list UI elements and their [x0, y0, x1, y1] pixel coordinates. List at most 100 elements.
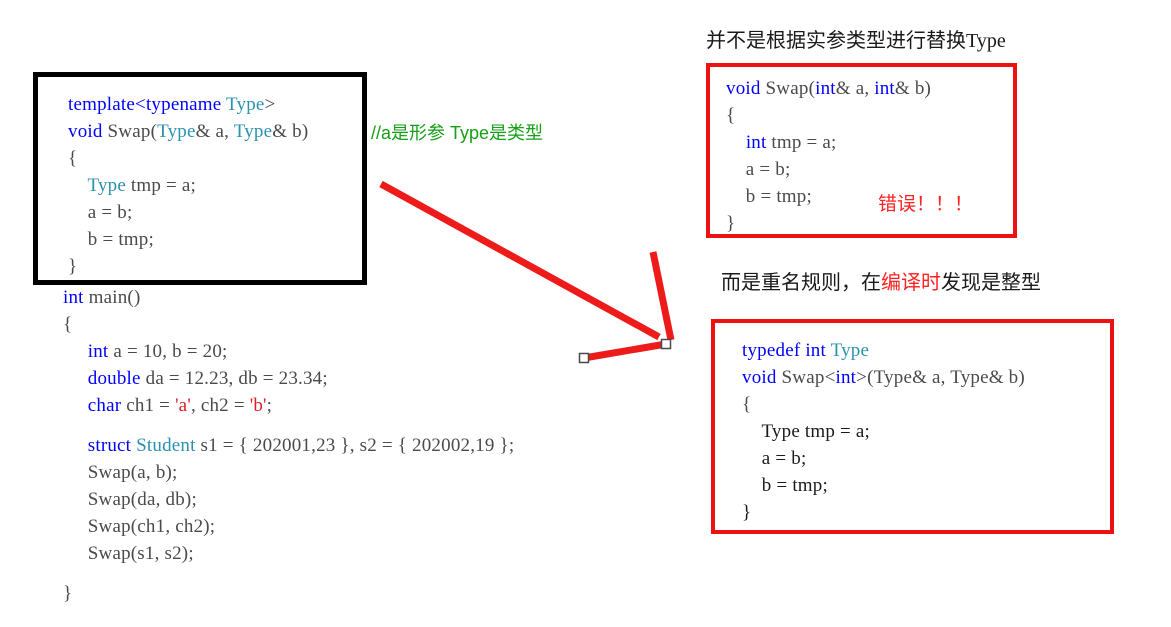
code-token: { — [63, 314, 73, 335]
template-parameter-comment: //a是形参 Type是类型 — [371, 123, 544, 143]
annotation-run: 编译时 — [881, 272, 941, 294]
code-token: int — [87, 341, 109, 362]
code-token: int — [805, 340, 826, 361]
code-line: a = b; — [742, 445, 1025, 472]
code-token: int — [874, 78, 895, 99]
code-line: a = b; — [726, 156, 931, 183]
incorrect-instantiation-box: void Swap(int& a, int& b){ int tmp = a; … — [706, 63, 1017, 238]
red-arrow-head — [649, 251, 675, 341]
code-token: > — [264, 94, 276, 115]
code-token: Swap( — [760, 78, 816, 99]
template-function-code: template<typename Type> void Swap(Type& a… — [68, 91, 308, 280]
code-token: } — [726, 213, 736, 234]
code-token: >(Type& a, Type& b) — [856, 367, 1025, 388]
code-line: void Swap<int>(Type& a, Type& b) — [742, 364, 1025, 391]
code-line: Type tmp = a; — [68, 172, 308, 199]
code-token: typename — [145, 94, 222, 115]
code-token: int — [835, 367, 857, 388]
code-token: b = tmp; — [726, 186, 812, 207]
code-token: { — [726, 105, 736, 126]
code-token: Type — [87, 175, 126, 196]
code-token: } — [68, 256, 78, 277]
code-line: { — [742, 391, 1025, 418]
code-token: da = 12.23, db = 23.34; — [140, 368, 328, 389]
code-token: b = tmp; — [68, 229, 154, 250]
code-token: Swap(a, b); — [63, 462, 178, 483]
code-token: tmp = a; — [125, 175, 197, 196]
code-token: & a, — [835, 78, 875, 99]
annotation-run: 而是重名规则，在 — [721, 272, 881, 294]
code-token: a = b; — [68, 202, 133, 223]
typedef-instantiation-box: typedef int Type void Swap<int>(Type& a, … — [711, 319, 1114, 534]
code-line: template<typename Type> — [68, 91, 308, 118]
code-token: typedef — [742, 340, 801, 361]
code-token: & b) — [272, 121, 309, 142]
code-line: b = tmp; — [68, 226, 308, 253]
code-token: 'a' — [175, 395, 191, 416]
typedef-instantiation-code: typedef int Type void Swap<int>(Type& a, … — [742, 337, 1025, 526]
code-token: b = tmp; — [742, 475, 828, 496]
annotation-run: 发现是整型 — [941, 272, 1041, 294]
code-line: int a = 10, b = 20; — [63, 338, 514, 365]
code-token: & a, — [195, 121, 234, 142]
selection-handle-start[interactable] — [578, 352, 590, 364]
code-line: Swap(a, b); — [63, 459, 514, 486]
code-line: typedef int Type — [742, 337, 1025, 364]
code-token: char — [87, 395, 122, 416]
code-token: a = 10, b = 20; — [108, 341, 228, 362]
code-token: a = b; — [742, 448, 807, 469]
code-token: { — [68, 148, 78, 169]
annotation-name-rule-note: 而是重名规则，在编译时发现是整型 — [721, 266, 1041, 295]
code-token: Type — [830, 340, 870, 361]
selection-handle-end[interactable] — [660, 338, 672, 350]
code-line: { — [68, 145, 308, 172]
code-line: Swap(da, db); — [63, 486, 514, 513]
code-token: Swap(s1, s2); — [63, 543, 194, 564]
code-line: } — [63, 580, 514, 607]
code-token: ch1 = — [121, 395, 176, 416]
code-token: tmp = a; — [766, 132, 837, 153]
red-arrow-selected-segment[interactable] — [583, 340, 667, 362]
code-line: void Swap(int& a, int& b) — [726, 75, 931, 102]
code-token: void — [726, 78, 761, 99]
code-line: int main() — [63, 284, 514, 311]
code-token: < — [135, 94, 146, 115]
code-token: } — [742, 502, 752, 523]
code-token: ; — [266, 395, 273, 416]
code-token: template — [68, 94, 136, 115]
code-line: double da = 12.23, db = 23.34; — [63, 365, 514, 392]
template-function-box: template<typename Type> void Swap(Type& a… — [33, 72, 367, 285]
code-token: } — [63, 583, 73, 604]
code-token: Swap( — [102, 121, 158, 142]
code-line: b = tmp; — [742, 472, 1025, 499]
code-token: { — [742, 394, 752, 415]
code-line: void Swap(Type& a, Type& b) — [68, 118, 308, 145]
code-token: Type — [157, 121, 196, 142]
code-line: Swap(ch1, ch2); — [63, 513, 514, 540]
annotation-run: 并不是根据实参类型进行替换Type — [706, 30, 1006, 52]
code-token: Swap(ch1, ch2); — [63, 516, 216, 537]
code-line: { — [63, 311, 514, 338]
code-line: Swap(s1, s2); — [63, 540, 514, 567]
code-token: Student — [136, 435, 196, 456]
code-line: a = b; — [68, 199, 308, 226]
code-line: int tmp = a; — [726, 129, 931, 156]
code-token: 'b' — [249, 395, 267, 416]
code-token: int — [63, 287, 84, 308]
code-line: struct Student s1 = { 202001,23 }, s2 = … — [63, 432, 514, 459]
code-line: } — [742, 499, 1025, 526]
code-token: Swap< — [776, 367, 836, 388]
code-token: & b) — [894, 78, 932, 99]
code-token: main() — [83, 287, 141, 308]
code-line: { — [726, 102, 931, 129]
code-token: , ch2 = — [190, 395, 250, 416]
code-token: int — [815, 78, 836, 99]
